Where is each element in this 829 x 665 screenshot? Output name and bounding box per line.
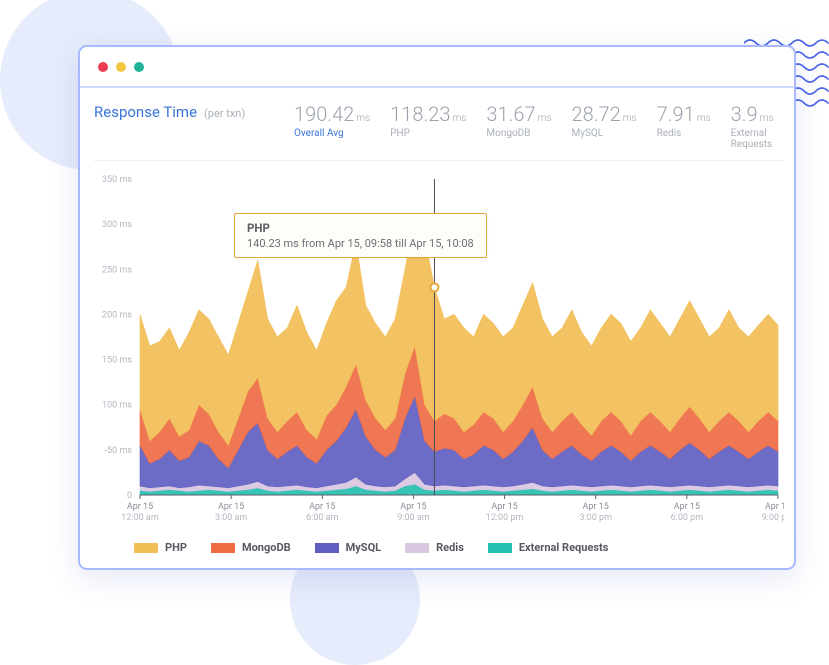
maximize-icon[interactable] [134, 62, 144, 72]
legend-item-php[interactable]: PHP [134, 541, 187, 554]
metric-redis: 7.91ms Redis [657, 102, 711, 150]
legend-swatch [405, 543, 429, 553]
legend-swatch [488, 543, 512, 553]
metric-label: Redis [657, 128, 711, 139]
svg-text:6:00 am: 6:00 am [306, 513, 338, 523]
metric-mongodb: 31.67ms MongoDB [486, 102, 551, 150]
svg-text:12:00 pm: 12:00 pm [486, 513, 524, 523]
svg-text:Apr 15: Apr 15 [309, 502, 335, 512]
legend-label: External Requests [519, 541, 609, 554]
metric-value: 31.67ms [486, 102, 551, 126]
metric-value: 7.91ms [657, 102, 711, 126]
legend-item-redis[interactable]: Redis [405, 541, 464, 554]
legend-swatch [134, 543, 158, 553]
metric-overall-avg: 190.42ms Overall Avg [294, 102, 370, 150]
svg-text:150 ms: 150 ms [102, 356, 132, 366]
svg-text:Apr 15: Apr 15 [127, 502, 153, 512]
metric-label: External Requests [731, 128, 784, 150]
svg-text:Apr 15: Apr 15 [400, 502, 426, 512]
legend-label: MySQL [346, 541, 381, 554]
svg-text:Apr 15: Apr 15 [765, 502, 784, 512]
legend-item-mysql[interactable]: MySQL [315, 541, 381, 554]
svg-text:Apr 15: Apr 15 [218, 502, 244, 512]
svg-text:250 ms: 250 ms [102, 265, 132, 275]
minimize-icon[interactable] [116, 62, 126, 72]
svg-text:Apr 15: Apr 15 [491, 502, 517, 512]
svg-text:12:00 am: 12:00 am [121, 513, 159, 523]
legend-item-mongodb[interactable]: MongoDB [211, 541, 291, 554]
legend-swatch [211, 543, 235, 553]
chart-legend: PHP MongoDB MySQL Redis External Requests [94, 531, 784, 556]
metric-mysql: 28.72ms MySQL [572, 102, 637, 150]
metric-value: 190.42ms [294, 102, 370, 126]
svg-text:3:00 am: 3:00 am [215, 513, 247, 523]
svg-text:100 ms: 100 ms [102, 401, 132, 411]
metrics-row: 190.42ms Overall Avg 118.23ms PHP 31.67ms Mon… [294, 102, 784, 150]
svg-text:Apr 15: Apr 15 [583, 502, 609, 512]
metric-label: PHP [390, 128, 466, 139]
legend-label: Redis [436, 541, 464, 554]
title-main: Response Time [94, 103, 197, 121]
svg-text:Apr 15: Apr 15 [674, 502, 700, 512]
metric-label: MongoDB [486, 128, 551, 139]
window-titlebar [80, 47, 794, 88]
legend-swatch [315, 543, 339, 553]
svg-text:9:00 am: 9:00 am [397, 513, 429, 523]
chart-area[interactable]: 0 -50 ms 100 ms 150 ms 200 ms 250 ms 300 ms 350… [94, 171, 784, 531]
svg-text:350 ms: 350 ms [102, 175, 132, 185]
title-subtitle: (per txn) [204, 107, 245, 120]
svg-text:-50 ms: -50 ms [105, 446, 133, 456]
svg-text:300 ms: 300 ms [102, 220, 132, 230]
metric-value: 28.72ms [572, 102, 637, 126]
header-row: Response Time (per txn) 190.42ms Overall … [94, 102, 784, 161]
window-content: Response Time (per txn) 190.42ms Overall … [80, 88, 794, 568]
legend-item-external-requests[interactable]: External Requests [488, 541, 609, 554]
metric-php: 118.23ms PHP [390, 102, 466, 150]
metric-label: MySQL [572, 128, 637, 139]
metric-value: 118.23ms [390, 102, 466, 126]
close-icon[interactable] [98, 62, 108, 72]
app-window: Response Time (per txn) 190.42ms Overall … [78, 45, 796, 570]
metric-external-requests: 3.9msExternal Requests [731, 102, 784, 150]
svg-text:0: 0 [127, 491, 132, 501]
tooltip-series: PHP [247, 221, 474, 235]
metric-label: Overall Avg [294, 128, 370, 139]
legend-label: PHP [165, 541, 187, 554]
tooltip-detail: 140.23 ms from Apr 15, 09:58 till Apr 15… [247, 237, 474, 250]
svg-text:200 ms: 200 ms [102, 310, 132, 320]
svg-text:6:00 pm: 6:00 pm [671, 513, 704, 523]
metric-value: 3.9ms [731, 102, 784, 126]
page-title: Response Time (per txn) [94, 102, 294, 121]
chart-tooltip: PHP 140.23 ms from Apr 15, 09:58 till Ap… [234, 213, 487, 258]
svg-text:9:00 pm: 9:00 pm [762, 513, 784, 523]
svg-text:3:00 pm: 3:00 pm [579, 513, 612, 523]
legend-label: MongoDB [242, 541, 291, 554]
